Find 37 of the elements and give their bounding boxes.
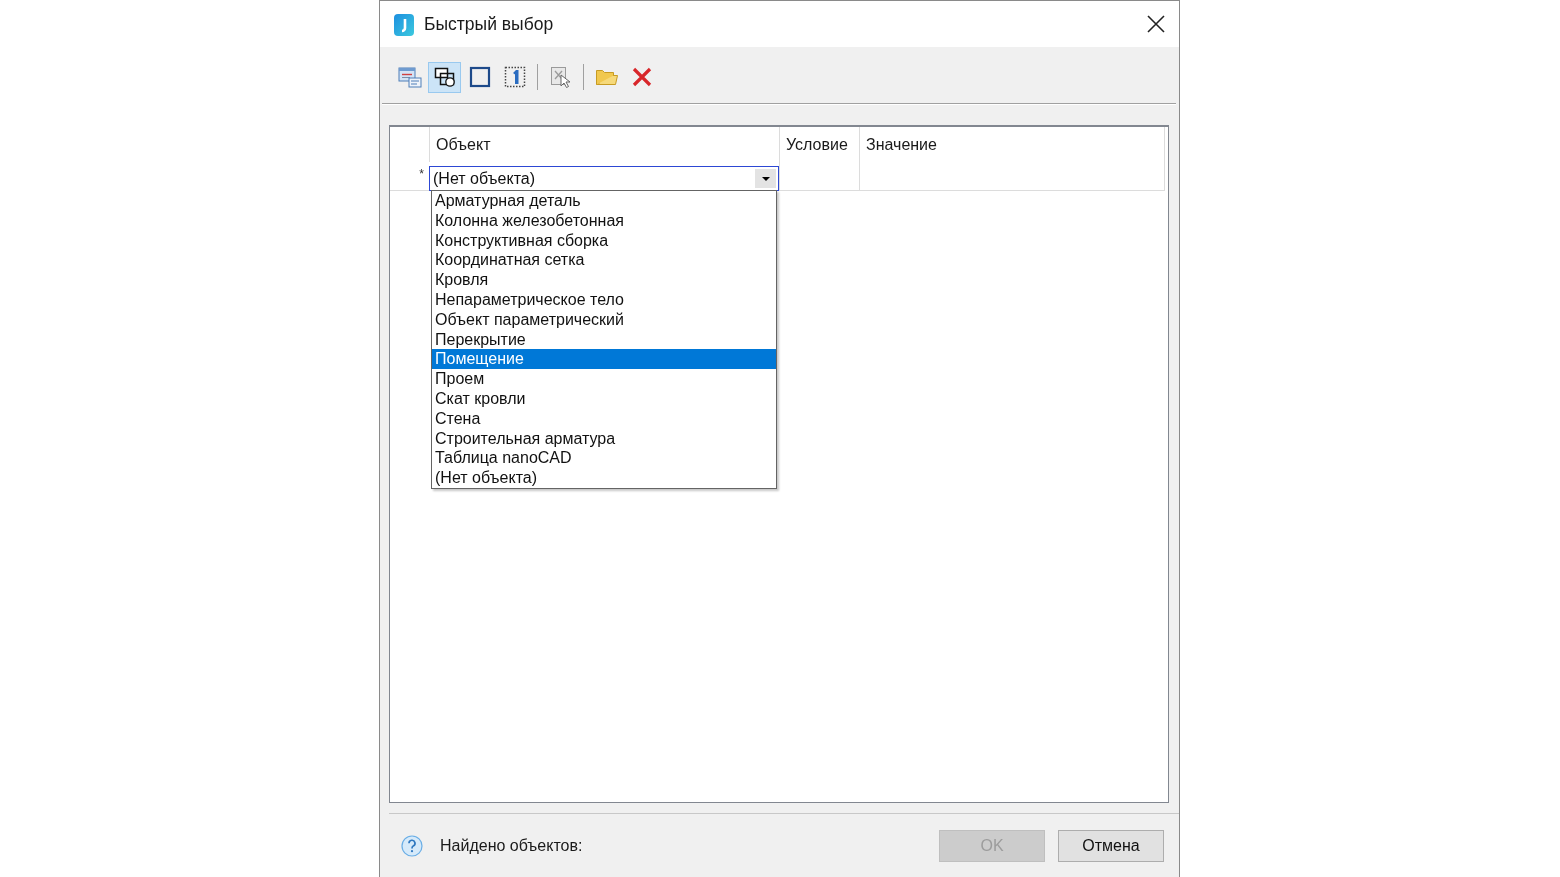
list-window-icon bbox=[397, 66, 422, 88]
dropdown-button[interactable] bbox=[755, 169, 776, 188]
list-option[interactable]: Проем bbox=[432, 369, 776, 389]
list-option[interactable]: Арматурная деталь bbox=[432, 191, 776, 211]
list-option[interactable]: Координатная сетка bbox=[432, 250, 776, 271]
dotted-frame-icon bbox=[503, 66, 526, 88]
folder-icon bbox=[594, 67, 619, 87]
list-option[interactable]: Кровля bbox=[432, 270, 776, 290]
list-option[interactable]: Таблица nanoCAD bbox=[432, 448, 776, 469]
object-combobox[interactable]: (Нет объекта) bbox=[429, 166, 779, 191]
square-icon bbox=[468, 66, 491, 88]
window-title: Быстрый выбор bbox=[424, 13, 554, 35]
list-option[interactable]: Перекрытие bbox=[432, 329, 776, 350]
list-option[interactable]: Стена bbox=[432, 408, 776, 429]
cursor-select-icon bbox=[549, 66, 572, 88]
column-header: Значение bbox=[866, 135, 937, 154]
list-option[interactable]: Колонна железобетонная bbox=[432, 210, 776, 231]
column-header: Объект bbox=[436, 135, 491, 154]
list-option[interactable]: Объект параметрический bbox=[432, 309, 776, 330]
cancel-button[interactable]: Отмена bbox=[1058, 829, 1164, 862]
close-icon bbox=[1147, 15, 1165, 33]
list-option[interactable]: (Нет объекта) bbox=[432, 468, 776, 488]
close-button[interactable] bbox=[1147, 15, 1165, 33]
list-option[interactable]: Строительная арматура bbox=[432, 428, 776, 449]
column-header: Условие bbox=[786, 135, 848, 154]
list-option[interactable]: Помещение bbox=[432, 349, 776, 370]
caret-icon bbox=[761, 176, 770, 181]
overlapping-squares-icon bbox=[433, 66, 456, 88]
status-text: Найдено объектов: bbox=[440, 836, 583, 855]
list-option[interactable]: Скат кровли bbox=[432, 388, 776, 409]
toolbar-button[interactable] bbox=[428, 61, 461, 93]
row-marker: * bbox=[419, 167, 424, 181]
cross-icon bbox=[631, 67, 652, 87]
list-option[interactable]: Конструктивная сборка bbox=[432, 230, 776, 251]
list-option[interactable]: Непараметрическое тело bbox=[432, 290, 776, 310]
app-icon bbox=[394, 13, 414, 36]
help-icon[interactable] bbox=[401, 834, 423, 857]
